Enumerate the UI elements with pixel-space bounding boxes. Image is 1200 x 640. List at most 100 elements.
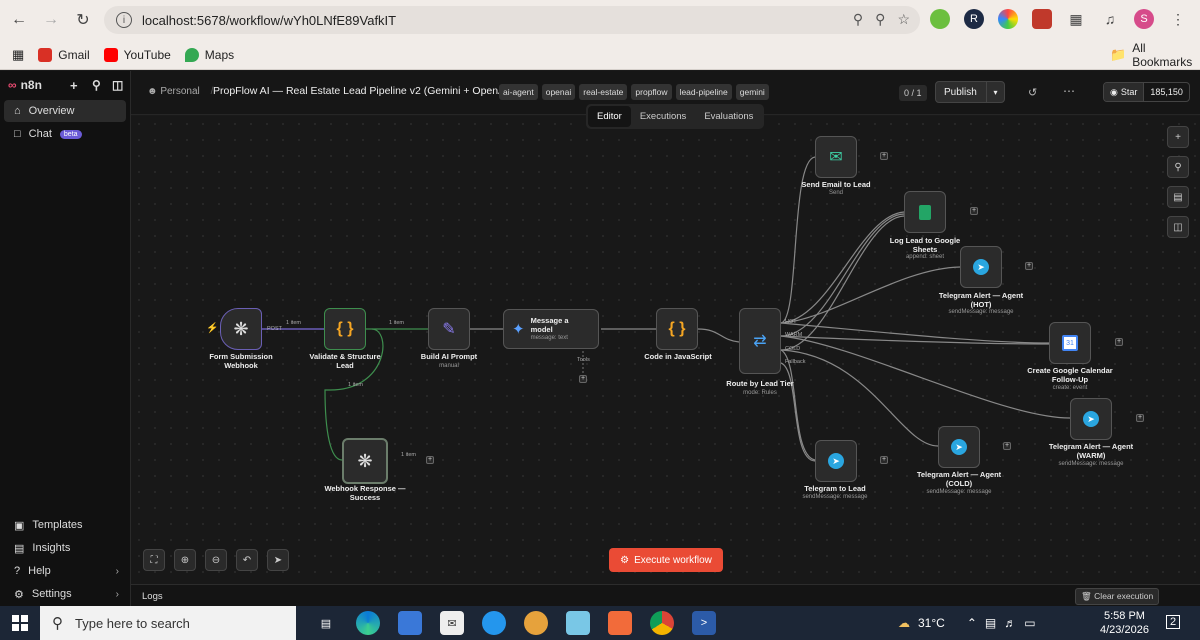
add-node-button[interactable]: + xyxy=(880,152,888,160)
search-icon[interactable]: ⚲ xyxy=(92,78,101,92)
terminal-icon[interactable]: > xyxy=(692,611,716,635)
media-icon[interactable]: ♫ xyxy=(1100,9,1120,29)
tag[interactable]: ai-agent xyxy=(499,84,538,100)
zoom-icon[interactable]: ⚲ xyxy=(875,11,885,28)
apps-grid-icon[interactable]: ▦ xyxy=(12,47,24,63)
add-node-button[interactable]: + xyxy=(1136,414,1144,422)
add-tool-button[interactable]: + xyxy=(579,375,587,383)
menu-kebab-icon[interactable]: ⋮ xyxy=(1168,9,1188,29)
network-icon[interactable]: ▤ xyxy=(985,616,996,630)
fit-view-icon[interactable]: ⛶ xyxy=(143,549,165,571)
clear-execution-button[interactable]: 🗑 Clear execution xyxy=(1075,588,1160,605)
zoom-in-icon[interactable]: ⊕ xyxy=(174,549,196,571)
node-build-prompt[interactable]: ✎ xyxy=(428,308,470,350)
notifications-icon[interactable]: 2 xyxy=(1166,615,1181,629)
node-send-email[interactable]: ✉ xyxy=(815,136,857,178)
bookmark-star-icon[interactable]: ☆ xyxy=(897,11,910,28)
all-bookmarks[interactable]: 📁 All Bookmarks xyxy=(1110,41,1200,69)
extensions-puzzle-icon[interactable]: ▦ xyxy=(1066,9,1086,29)
sticky-note-icon[interactable]: ▤ xyxy=(1167,186,1189,208)
panel-toggle-icon[interactable]: ◫ xyxy=(1167,216,1189,238)
add-node-button[interactable]: + xyxy=(880,456,888,464)
battery-icon[interactable]: ▭ xyxy=(1024,616,1035,630)
node-telegram-warm[interactable]: ➤ xyxy=(1070,398,1112,440)
extension-shield-icon[interactable] xyxy=(1032,9,1052,29)
bookmark-gmail[interactable]: Gmail xyxy=(38,47,90,62)
node-validate[interactable]: { } xyxy=(324,308,366,350)
tag[interactable]: openai xyxy=(541,84,576,100)
tag[interactable]: propflow xyxy=(631,84,672,100)
node-telegram-lead[interactable]: ➤ xyxy=(815,440,857,482)
node-gemini[interactable]: ✦ Message a model message: text xyxy=(503,309,599,349)
sidebar-item-chat[interactable]: □ Chat beta xyxy=(4,123,126,145)
workflow-title[interactable]: PropFlow AI — Real Estate Lead Pipeline … xyxy=(213,85,512,97)
taskbar-clock[interactable]: 5:58 PM 4/23/2026 xyxy=(1100,609,1149,637)
zoom-out-icon[interactable]: ⊖ xyxy=(205,549,227,571)
add-node-button[interactable]: + xyxy=(970,207,978,215)
collapse-sidebar-icon[interactable]: ◫ xyxy=(112,78,123,92)
node-form-webhook[interactable]: ❋ xyxy=(220,308,262,350)
sidebar-item-settings[interactable]: ⚙ Settings › xyxy=(4,583,127,605)
add-icon[interactable]: + xyxy=(70,78,78,93)
task-view-icon[interactable]: ▤ xyxy=(314,611,338,635)
taskbar-search[interactable]: ⚲ Type here to search xyxy=(40,606,296,640)
edge-icon[interactable] xyxy=(356,611,380,635)
node-google-calendar[interactable]: 31 xyxy=(1049,322,1091,364)
weather-icon[interactable]: ☁ xyxy=(898,616,910,630)
add-node-button[interactable]: + xyxy=(1003,442,1011,450)
tag[interactable]: lead-pipeline xyxy=(675,84,732,100)
tidy-up-icon[interactable]: ➤ xyxy=(267,549,289,571)
mail-icon[interactable]: ✉ xyxy=(440,611,464,635)
add-node-button[interactable]: + xyxy=(1025,262,1033,270)
search-nodes-icon[interactable]: ⚲ xyxy=(1167,156,1189,178)
extension-r-icon[interactable]: R xyxy=(964,9,984,29)
node-webhook-response[interactable]: ❋ xyxy=(342,438,388,484)
tag-list[interactable]: ai-agent openai real-estate propflow lea… xyxy=(499,84,769,100)
site-info-icon[interactable]: i xyxy=(116,12,132,28)
burst-app-icon[interactable] xyxy=(608,611,632,635)
sidebar-item-help[interactable]: ? Help › xyxy=(4,560,127,582)
breadcrumb[interactable]: ☻ Personal / xyxy=(147,86,213,97)
sidebar-item-insights[interactable]: ▤ Insights xyxy=(4,537,127,559)
node-sheets[interactable] xyxy=(904,191,946,233)
tab-editor[interactable]: Editor xyxy=(588,106,631,127)
address-bar[interactable]: i localhost:5678/workflow/wYh0LNfE89Vafk… xyxy=(104,6,920,34)
github-star-button[interactable]: ◉ Star 185,150 xyxy=(1103,82,1190,102)
reload-button[interactable]: ↻ xyxy=(70,7,96,33)
sidebar-item-overview[interactable]: ⌂ Overview xyxy=(4,100,126,122)
sidebar-item-templates[interactable]: ▣ Templates xyxy=(4,514,127,536)
key-icon[interactable]: ⚲ xyxy=(853,11,863,28)
add-node-icon[interactable]: + xyxy=(1167,126,1189,148)
chrome-icon[interactable] xyxy=(650,611,674,635)
volume-icon[interactable]: ♬ xyxy=(1004,616,1016,630)
tray-chevron-icon[interactable]: ⌃ xyxy=(967,616,977,630)
bookmark-maps[interactable]: Maps xyxy=(184,47,234,62)
profile-avatar[interactable]: S xyxy=(1134,9,1154,29)
back-button[interactable]: ← xyxy=(6,7,32,33)
more-options-icon[interactable]: ⋯ xyxy=(1063,84,1075,98)
execute-workflow-button[interactable]: ⚙ Execute workflow xyxy=(609,548,723,572)
docker-icon[interactable] xyxy=(482,611,506,635)
node-telegram-hot[interactable]: ➤ xyxy=(960,246,1002,288)
forward-button[interactable]: → xyxy=(38,7,64,33)
bookmark-youtube[interactable]: YouTube xyxy=(103,47,171,62)
extension-green-icon[interactable] xyxy=(930,9,950,29)
node-telegram-cold[interactable]: ➤ xyxy=(938,426,980,468)
logs-panel[interactable]: Logs 🗑 Clear execution xyxy=(131,584,1200,606)
add-node-button[interactable]: + xyxy=(426,456,434,464)
node-route[interactable]: ⇄ xyxy=(739,308,781,374)
paint-icon[interactable] xyxy=(524,611,548,635)
tab-executions[interactable]: Executions xyxy=(631,106,695,127)
tab-evaluations[interactable]: Evaluations xyxy=(695,106,762,127)
workflow-canvas[interactable] xyxy=(131,116,1200,584)
add-node-button[interactable]: + xyxy=(1115,338,1123,346)
temperature[interactable]: 31°C xyxy=(918,616,945,630)
node-code-js[interactable]: { } xyxy=(656,308,698,350)
chevron-down-icon[interactable]: ▾ xyxy=(986,82,1004,102)
tag[interactable]: gemini xyxy=(735,84,769,100)
extension-color-icon[interactable] xyxy=(998,9,1018,29)
publish-button[interactable]: Publish ▾ xyxy=(935,81,1005,103)
undo-icon[interactable]: ↶ xyxy=(236,549,258,571)
history-icon[interactable]: ↺ xyxy=(1028,86,1037,99)
notepad-icon[interactable] xyxy=(566,611,590,635)
